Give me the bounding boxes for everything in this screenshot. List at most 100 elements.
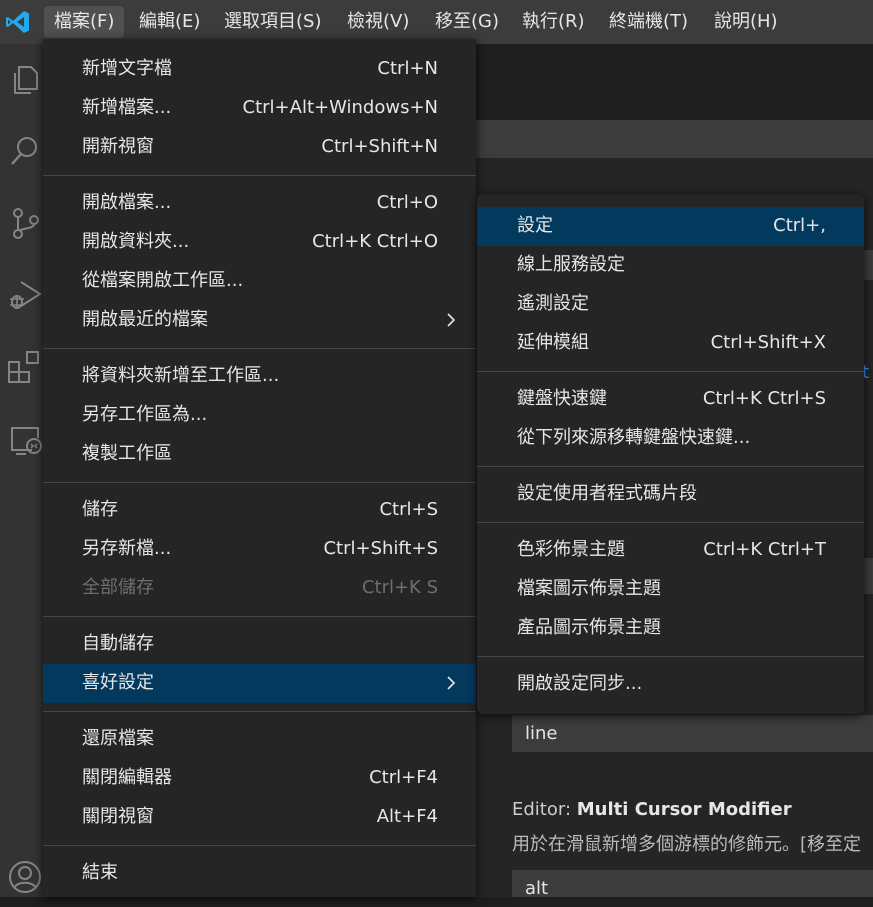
file-menu-item[interactable]: 新增文字檔 Ctrl+N [43,50,476,89]
pref-menu-item-label: 色彩佈景主題 [517,539,625,560]
file-menu-separator [43,482,476,483]
editor-tab-strip [476,44,873,120]
pref-menu-item-label: 延伸模組 [517,332,589,353]
pref-menu-item-shortcut: Ctrl+Shift+X [710,332,826,353]
file-menu-item-label: 將資料夾新增至工作區... [82,365,280,386]
pref-menu-item-label: 產品圖示佈景主題 [517,617,661,638]
pref-menu-item[interactable]: 色彩佈景主題 Ctrl+K Ctrl+T [477,531,864,570]
file-menu-item-label: 喜好設定 [82,672,154,693]
vscode-logo-icon[interactable] [4,8,32,36]
file-menu-item[interactable]: 還原檔案 [43,720,476,759]
pref-menu-item-shortcut: Ctrl+, [773,215,826,236]
file-menu-item-shortcut: Ctrl+O [376,192,438,213]
source-control-icon[interactable] [6,204,44,242]
menubar-item-5[interactable]: 執行(R) [512,6,595,38]
remote-explorer-icon[interactable] [6,420,44,458]
file-menu-item-label: 新增檔案... [82,97,172,118]
menubar-item-1[interactable]: 編輯(E) [129,6,210,38]
file-menu-item-shortcut: Alt+F4 [376,806,438,827]
pref-menu-item[interactable]: 遙測設定 [477,285,864,324]
file-menu-item-shortcut: Ctrl+F4 [369,767,438,788]
menubar-item-2[interactable]: 選取項目(S) [214,6,331,38]
pref-menu-item-label: 線上服務設定 [517,254,625,275]
file-menu-item-label: 開新視窗 [82,136,154,157]
file-menu-item-label: 儲存 [82,499,118,520]
file-menu-item-shortcut: Ctrl+Shift+N [321,136,438,157]
file-menu-separator [43,348,476,349]
file-menu-item-shortcut: Ctrl+N [377,58,438,79]
pref-menu-item-shortcut: Ctrl+K Ctrl+T [703,539,826,560]
pref-menu-item-label: 遙測設定 [517,293,589,314]
pref-menu-item[interactable]: 鍵盤快速鍵 Ctrl+K Ctrl+S [477,380,864,419]
menubar-item-6[interactable]: 終端機(T) [599,6,698,38]
pref-menu-item[interactable]: 線上服務設定 [477,246,864,285]
multi-cursor-select[interactable]: alt [512,870,873,899]
file-menu-item-label: 開啟最近的檔案 [82,309,208,330]
pref-menu-separator [477,371,864,372]
setting-category: Editor: [512,799,577,820]
file-menu-separator [43,175,476,176]
pref-menu-item-label: 檔案圖示佈景主題 [517,578,661,599]
file-menu-item[interactable]: 開啟檔案... Ctrl+O [43,184,476,223]
menubar-item-7[interactable]: 說明(H) [704,6,788,38]
pref-menu-item-label: 鍵盤快速鍵 [517,388,607,409]
menubar-item-0[interactable]: 檔案(F) [44,6,125,38]
pref-menu-item-label: 開啟設定同步... [517,673,643,694]
file-menu-item[interactable]: 結束 [43,854,476,893]
pref-menu-separator [477,656,864,657]
file-menu-item-shortcut: Ctrl+Alt+Windows+N [242,97,438,118]
setting-name: Multi Cursor Modifier [576,799,792,820]
file-menu-item[interactable]: 開啟最近的檔案 [43,301,476,340]
file-menu-separator [43,845,476,846]
file-menu-item[interactable]: 開新視窗 Ctrl+Shift+N [43,128,476,167]
file-menu-item-label: 複製工作區 [82,443,172,464]
menubar-item-4[interactable]: 移至(G) [425,6,509,38]
preferences-submenu: 設定 Ctrl+, 線上服務設定 遙測設定 延伸模組 Ctrl+Shift+X 鍵盤快速鍵 C… [477,194,864,714]
pref-menu-item[interactable]: 設定 Ctrl+, [477,207,864,246]
file-menu-item[interactable]: 從檔案開啟工作區... [43,262,476,301]
file-menu-item[interactable]: 開啟資料夾... Ctrl+K Ctrl+O [43,223,476,262]
file-menu-separator [43,711,476,712]
file-menu-item[interactable]: 另存新檔... Ctrl+Shift+S [43,530,476,569]
explorer-icon[interactable] [6,61,44,99]
file-menu-item-label: 關閉視窗 [82,806,154,827]
file-menu-item[interactable]: 全部儲存 Ctrl+K S [43,569,476,608]
file-menu-item[interactable]: 另存工作區為... [43,396,476,435]
pref-menu-item-label: 設定使用者程式碼片段 [517,483,697,504]
file-menu-item-shortcut: Ctrl+K S [361,577,438,598]
file-menu-item-label: 結束 [82,862,118,883]
file-menu-item-label: 開啟資料夾... [82,231,190,252]
pref-menu-separator [477,522,864,523]
file-menu-item[interactable]: 新增檔案... Ctrl+Alt+Windows+N [43,89,476,128]
pref-menu-item[interactable]: 從下列來源移轉鍵盤快速鍵... [477,419,864,458]
file-menu-item[interactable]: 關閉視窗 Alt+F4 [43,798,476,837]
file-menu-item-label: 還原檔案 [82,728,154,749]
pref-menu-item[interactable]: 檔案圖示佈景主題 [477,570,864,609]
title-bar: 檔案(F) 編輯(E) 選取項目(S) 檢視(V) 移至(G) 執行(R) 終端機(T) 說明… [0,0,873,44]
file-menu-item[interactable]: 自動儲存 [43,625,476,664]
pref-menu-item[interactable]: 延伸模組 Ctrl+Shift+X [477,324,864,363]
cursor-style-select[interactable]: line [512,715,873,752]
extensions-icon[interactable] [6,348,44,386]
file-menu-item[interactable]: 複製工作區 [43,435,476,474]
run-debug-icon[interactable] [6,276,44,314]
pref-menu-item[interactable]: 開啟設定同步... [477,665,864,704]
file-menu-item-label: 從檔案開啟工作區... [82,270,244,291]
pref-menu-item[interactable]: 設定使用者程式碼片段 [477,475,864,514]
pref-menu-item-label: 設定 [517,215,553,236]
file-menu-item[interactable]: 將資料夾新增至工作區... [43,357,476,396]
file-menu-item[interactable]: 儲存 Ctrl+S [43,491,476,530]
pref-menu-item[interactable]: 產品圖示佈景主題 [477,609,864,648]
search-icon[interactable] [6,132,44,170]
file-menu-item[interactable]: 喜好設定 [43,664,476,703]
menubar-item-3[interactable]: 檢視(V) [337,6,419,38]
file-menu-item-label: 另存工作區為... [82,404,208,425]
chevron-right-icon [447,676,456,690]
multi-cursor-setting-title: Editor: Multi Cursor Modifier [512,799,792,820]
account-icon[interactable] [6,858,44,896]
file-menu-item-label: 開啟檔案... [82,192,172,213]
file-menu-item-label: 全部儲存 [82,577,154,598]
file-menu-item[interactable]: 關閉編輯器 Ctrl+F4 [43,759,476,798]
multi-cursor-setting-description: 用於在滑鼠新增多個游標的修飾元。[移至定 [512,834,862,855]
settings-search-bar[interactable] [476,120,873,158]
